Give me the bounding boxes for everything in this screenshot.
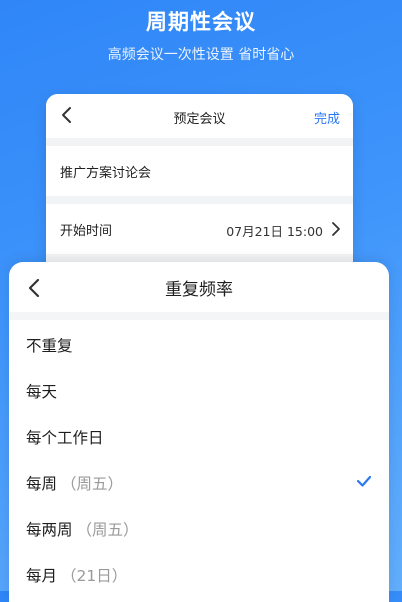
option-label: 每月	[26, 567, 58, 585]
option-label: 每两周	[26, 521, 73, 539]
option-label: 每天	[26, 383, 58, 401]
option-label: 每个工作日	[26, 429, 104, 447]
booking-nav-bar: 预定会议 完成	[46, 94, 353, 138]
start-time-value: 07月21日 15:00	[226, 224, 323, 239]
repeat-options-list: 不重复 每天 每个工作日 每周 （周五） 每两周 （周五） 每月 （21日）	[9, 320, 389, 596]
option-biweekly[interactable]: 每两周 （周五）	[9, 504, 389, 550]
sheet-title: 重复频率	[165, 280, 233, 300]
start-time-label: 开始时间	[60, 224, 113, 239]
booking-title: 预定会议	[173, 112, 226, 127]
meeting-name: 推广方案讨论会	[60, 166, 152, 181]
option-monthly[interactable]: 每月 （21日）	[9, 550, 389, 596]
option-label: 每周	[26, 475, 58, 493]
option-workdays[interactable]: 每个工作日	[9, 412, 389, 458]
option-weekly[interactable]: 每周 （周五）	[9, 458, 389, 504]
hero-title: 周期性会议	[146, 10, 256, 34]
option-detail: （周五）	[76, 521, 139, 539]
chevron-right-icon	[332, 222, 340, 236]
option-detail: （21日）	[61, 567, 128, 585]
sheet-header: 重复频率	[9, 262, 389, 320]
done-button[interactable]: 完成	[314, 108, 340, 127]
repeat-frequency-sheet: 重复频率 不重复 每天 每个工作日 每周 （周五） 每两周 （周五） 每月 （21日）	[9, 262, 389, 602]
option-label: 不重复	[26, 337, 73, 355]
option-detail: （周五）	[61, 475, 124, 493]
start-time-row[interactable]: 开始时间 07月21日 15:00	[46, 204, 353, 254]
option-daily[interactable]: 每天	[9, 366, 389, 412]
meeting-name-row[interactable]: 推广方案讨论会	[46, 146, 353, 196]
hero-subtitle: 高频会议一次性设置 省时省心	[107, 47, 295, 63]
checkmark-icon	[356, 475, 372, 487]
option-no-repeat[interactable]: 不重复	[9, 320, 389, 366]
